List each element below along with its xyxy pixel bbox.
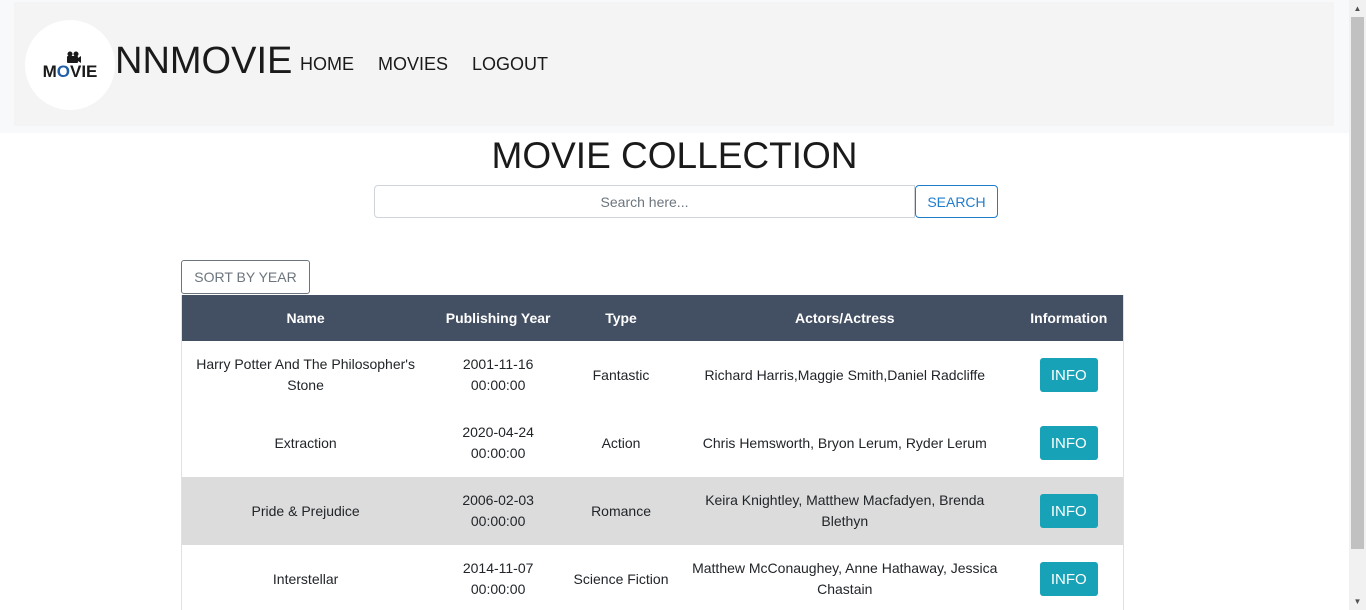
movie-name: Extraction — [274, 434, 337, 451]
scrollbar-thumb[interactable] — [1351, 17, 1364, 549]
column-header-name: Name — [181, 295, 430, 341]
vertical-scrollbar[interactable]: ▲ ▼ — [1349, 0, 1366, 610]
info-button[interactable]: INFO — [1039, 562, 1098, 596]
movie-logo[interactable]: MOVIE — [25, 20, 115, 110]
sort-by-year-button[interactable]: SORT BY YEAR — [181, 260, 310, 294]
search-bar: SEARCH — [374, 185, 998, 218]
nav-movies-link[interactable]: MOVIES — [378, 53, 448, 75]
info-cell: INFO — [1015, 545, 1124, 610]
movie-type: Romance — [567, 477, 675, 545]
info-cell: INFO — [1015, 341, 1124, 409]
table-header-row: Name Publishing Year Type Actors/Actress… — [181, 295, 1124, 341]
main-nav: HOME MOVIES LOGOUT — [300, 53, 572, 75]
movie-actors: Richard Harris,Maggie Smith,Daniel Radcl… — [704, 366, 986, 383]
table-row: Harry Potter And The Philosopher's Stone… — [182, 341, 1124, 409]
movie-name: Harry Potter And The Philosopher's Stone — [196, 356, 415, 393]
info-cell: INFO — [1014, 477, 1124, 545]
navbar: MOVIE NNMOVIE HOME MOVIES LOGOUT — [0, 0, 1349, 133]
info-button[interactable]: INFO — [1039, 494, 1098, 528]
header: MOVIE NNMOVIE HOME MOVIES LOGOUT — [14, 2, 1334, 126]
info-button[interactable]: INFO — [1039, 426, 1098, 460]
info-cell: INFO — [1015, 409, 1124, 477]
column-header-type: Type — [567, 295, 675, 341]
logo-text: MOVIE — [42, 62, 98, 81]
scroll-up-arrow-icon[interactable]: ▲ — [1349, 0, 1366, 17]
nav-home-link[interactable]: HOME — [300, 53, 354, 75]
publishing-year: 2014-11-07 00:00:00 — [462, 560, 534, 597]
search-button[interactable]: SEARCH — [915, 185, 998, 218]
column-header-actors: Actors/Actress — [674, 295, 1015, 341]
movie-name: Pride & Prejudice — [181, 477, 430, 545]
publishing-year: 2020-04-24 00:00:00 — [462, 424, 534, 461]
movie-type: Action — [601, 434, 641, 451]
table-row: Extraction 2020-04-24 00:00:00 Action Chr… — [182, 409, 1124, 477]
movie-actors: Keira Knightley, Matthew Macfadyen, Bren… — [674, 477, 1015, 545]
column-header-information: Information — [1014, 295, 1124, 341]
publishing-year: 2006-02-03 00:00:00 — [429, 477, 568, 545]
movie-type: Fantastic — [592, 366, 650, 383]
movie-table: Name Publishing Year Type Actors/Actress… — [181, 295, 1124, 610]
nav-logout-link[interactable]: LOGOUT — [472, 53, 548, 75]
scroll-down-arrow-icon[interactable]: ▼ — [1349, 593, 1366, 610]
column-header-publishing-year: Publishing Year — [429, 295, 568, 341]
movie-name: Interstellar — [272, 570, 339, 587]
movie-actors: Chris Hemsworth, Bryon Lerum, Ryder Leru… — [702, 434, 987, 451]
movie-actors: Matthew McConaughey, Anne Hathaway, Jess… — [692, 560, 998, 597]
info-button[interactable]: INFO — [1039, 358, 1098, 392]
search-input[interactable] — [374, 185, 915, 218]
brand-name[interactable]: NNMOVIE — [115, 38, 292, 84]
movie-type: Science Fiction — [573, 570, 669, 587]
publishing-year: 2001-11-16 00:00:00 — [462, 356, 534, 393]
page: MOVIE NNMOVIE HOME MOVIES LOGOUT MOVIE C… — [0, 0, 1349, 610]
table-row: Pride & Prejudice 2006-02-03 00:00:00 Rom… — [181, 477, 1124, 545]
page-title: MOVIE COLLECTION — [491, 135, 858, 176]
table-row: Interstellar 2014-11-07 00:00:00 Science … — [182, 545, 1124, 610]
